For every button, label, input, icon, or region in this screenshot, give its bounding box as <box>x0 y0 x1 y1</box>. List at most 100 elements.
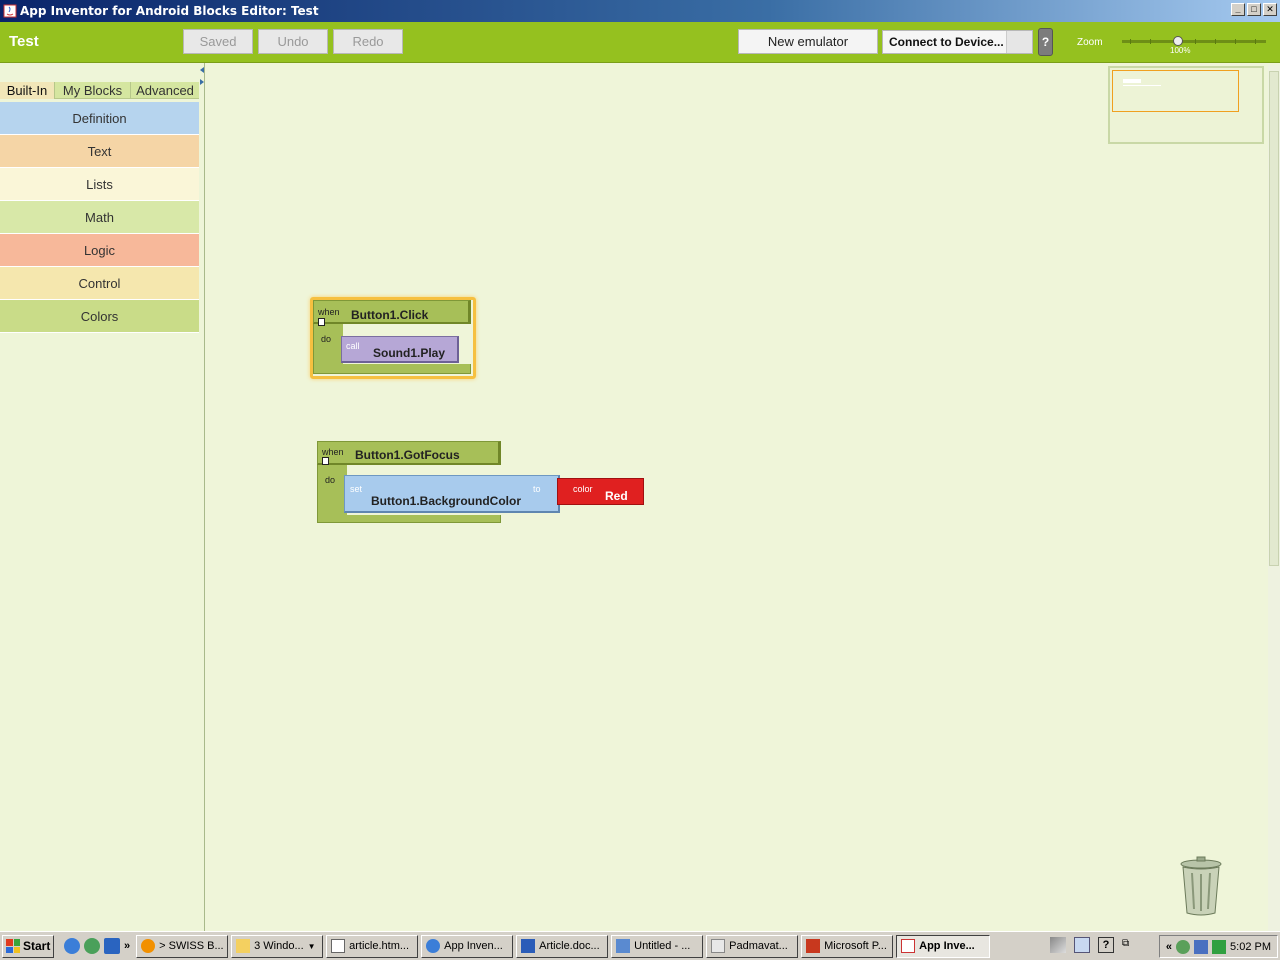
drawer-logic[interactable]: Logic <box>0 234 199 267</box>
collapse-checkbox[interactable] <box>318 318 325 326</box>
undo-button[interactable]: Undo <box>258 29 328 54</box>
window-title: App Inventor for Android Blocks Editor: … <box>20 4 319 18</box>
task-label: Padmavat... <box>729 940 788 952</box>
color-small-label: color <box>573 484 593 494</box>
pen-icon[interactable] <box>1050 937 1066 953</box>
task-button[interactable]: Microsoft P... <box>801 934 894 958</box>
drawer-control[interactable]: Control <box>0 267 199 300</box>
zoom-slider-thumb[interactable] <box>1173 36 1183 46</box>
set-label: set <box>350 484 363 494</box>
close-button[interactable]: ✕ <box>1263 3 1277 16</box>
event-block-footer <box>313 364 471 374</box>
tab-built-in[interactable]: Built-In <box>0 82 55 99</box>
network-icon[interactable] <box>1176 939 1191 954</box>
powerpoint-icon <box>806 939 821 953</box>
color-block-red[interactable]: color Red <box>557 478 644 505</box>
saved-button[interactable]: Saved <box>183 29 253 54</box>
chevron-left-icon[interactable]: « <box>1166 941 1172 953</box>
drawer-lists[interactable]: Lists <box>0 168 199 201</box>
call-block-sound1-play[interactable]: call Sound1.Play <box>341 336 459 363</box>
zoom-slider[interactable] <box>1122 40 1266 43</box>
task-button[interactable]: Article.doc... <box>516 934 609 958</box>
start-button[interactable]: Start <box>2 934 54 958</box>
phone-help-icon[interactable]: ? <box>1038 28 1053 56</box>
event-name: Button1.GotFocus <box>355 448 460 462</box>
task-button[interactable]: Untitled - ... <box>611 934 704 958</box>
project-name: Test <box>9 33 39 50</box>
task-button[interactable]: article.htm... <box>326 934 419 958</box>
scrollbar-thumb[interactable] <box>1269 71 1279 566</box>
task-label: > SWISS B... <box>159 940 224 952</box>
when-label: when <box>322 447 344 457</box>
task-button-active[interactable]: App Inve... <box>896 934 991 958</box>
when-label: when <box>318 307 340 317</box>
new-emulator-button[interactable]: New emulator <box>738 29 878 54</box>
word-icon <box>521 939 536 953</box>
minimap-block <box>1123 79 1141 83</box>
maximize-button[interactable]: □ <box>1247 3 1261 16</box>
task-label: 3 Windo... <box>254 940 304 952</box>
drawer-list: Definition Text Lists Math Logic Control… <box>0 102 199 333</box>
zoom-value: 100% <box>1170 46 1191 55</box>
task-button[interactable]: App Inven... <box>421 934 514 958</box>
event-name: Button1.Click <box>351 308 429 322</box>
system-tray: « 5:02 PM <box>1158 935 1278 958</box>
zoom-tick <box>1150 39 1151 44</box>
workspace-minimap[interactable] <box>1108 66 1264 144</box>
internet-explorer-icon <box>426 939 441 953</box>
drawer-math[interactable]: Math <box>0 201 199 234</box>
vertical-scrollbar[interactable] <box>1268 65 1280 931</box>
window-title-bar[interactable]: App Inventor for Android Blocks Editor: … <box>0 0 1280 22</box>
windows-logo-icon <box>6 939 20 953</box>
tab-my-blocks[interactable]: My Blocks <box>55 82 131 99</box>
internet-explorer-icon[interactable] <box>64 938 80 954</box>
chevron-right-icon[interactable]: » <box>124 940 130 952</box>
dropdown-arrow-icon[interactable] <box>1006 31 1032 53</box>
task-button[interactable]: 3 Windo... ▼ <box>231 934 324 958</box>
drawer-definition[interactable]: Definition <box>0 102 199 135</box>
redo-button[interactable]: Redo <box>333 29 403 54</box>
browser-icon[interactable] <box>84 938 100 954</box>
property-name: Button1.BackgroundColor <box>371 494 521 508</box>
tab-advanced[interactable]: Advanced <box>131 82 199 99</box>
event-block-footer <box>317 515 501 523</box>
set-block-background-color[interactable]: set Button1.BackgroundColor to <box>344 475 560 513</box>
drawer-text[interactable]: Text <box>0 135 199 168</box>
do-label: do <box>325 475 336 485</box>
connection-icon[interactable] <box>1194 939 1209 954</box>
clock[interactable]: 5:02 PM <box>1230 941 1271 953</box>
maximize-icon: □ <box>1251 4 1257 14</box>
connect-to-device-dropdown[interactable]: Connect to Device... <box>882 30 1033 54</box>
blocks-workspace[interactable]: when Button1.Click do call Sound1.Play w… <box>205 63 1280 931</box>
start-label: Start <box>23 939 51 953</box>
dropdown-arrow-icon: ▼ <box>307 941 316 951</box>
event-block-button1-gotfocus[interactable]: when Button1.GotFocus do set Button1.Bac… <box>317 441 647 525</box>
task-label: Untitled - ... <box>634 940 691 952</box>
event-block-button1-click[interactable]: when Button1.Click do call Sound1.Play <box>313 300 473 376</box>
notepad-icon <box>331 939 346 953</box>
restore-icon[interactable]: ⧉ <box>1122 937 1138 953</box>
method-name: Sound1.Play <box>373 346 446 360</box>
toolbar-icons: ? ⧉ <box>1050 937 1138 953</box>
help-icon[interactable]: ? <box>1098 937 1114 953</box>
toolbar: Test Saved Undo Redo New emulator Connec… <box>0 22 1280 63</box>
help-label: ? <box>1041 35 1050 49</box>
drawer-colors[interactable]: Colors <box>0 300 199 333</box>
color-name: Red <box>605 489 628 503</box>
document-icon <box>616 939 631 953</box>
display-icon[interactable] <box>1074 937 1090 953</box>
minimize-icon: _ <box>1235 4 1241 14</box>
minimize-button[interactable]: _ <box>1231 3 1245 16</box>
monitor-icon[interactable] <box>1212 939 1227 954</box>
minimap-viewport[interactable] <box>1112 70 1239 112</box>
collapse-checkbox[interactable] <box>322 457 329 465</box>
do-label: do <box>321 334 332 344</box>
palette-tabs: Built-In My Blocks Advanced <box>0 82 199 99</box>
task-button[interactable]: > SWISS B... <box>136 934 229 958</box>
windows-taskbar: Start » > SWISS B... 3 Windo... ▼ article… <box>0 931 1280 960</box>
quick-launch: » <box>64 938 130 954</box>
zoom-tick <box>1195 39 1196 44</box>
task-button[interactable]: Padmavat... <box>706 934 799 958</box>
outlook-icon[interactable] <box>104 938 120 954</box>
trash-can-icon[interactable] <box>1178 856 1224 916</box>
